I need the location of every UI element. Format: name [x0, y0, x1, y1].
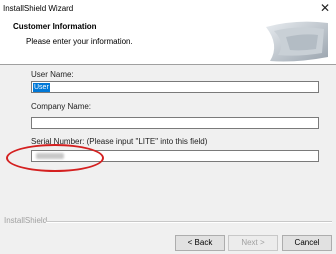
company-name-field[interactable] [31, 117, 319, 129]
user-name-value: User [33, 83, 50, 92]
back-button[interactable]: < Back [175, 235, 225, 251]
window-title: InstallShield Wizard [3, 4, 74, 13]
footer-divider [46, 221, 332, 223]
page-subtitle: Please enter your information. [26, 37, 133, 46]
footer-brand: InstallShield [4, 216, 48, 225]
installer-graphic-icon [266, 21, 328, 62]
title-bar: InstallShield Wizard ✕ [0, 0, 336, 17]
cancel-button[interactable]: Cancel [282, 235, 332, 251]
page-title: Customer Information [13, 22, 97, 31]
annotation-circle [6, 144, 104, 172]
user-name-label: User Name: [31, 70, 74, 79]
company-name-label: Company Name: [31, 102, 92, 111]
user-name-field[interactable]: User [31, 81, 319, 93]
next-button[interactable]: Next > [228, 235, 278, 251]
close-icon[interactable]: ✕ [320, 1, 330, 15]
wizard-header: Customer Information Please enter your i… [0, 17, 336, 65]
